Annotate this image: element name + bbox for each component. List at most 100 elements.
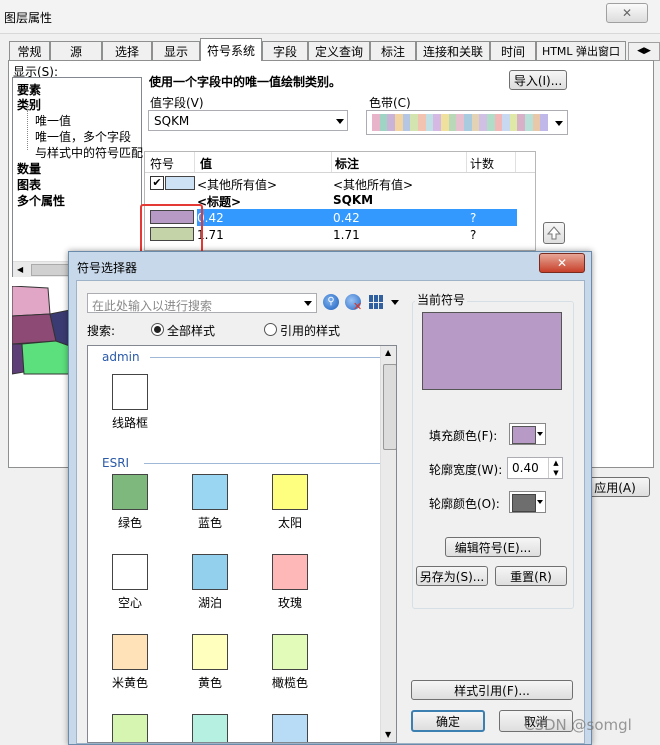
tab-scroll-arrows[interactable]: ◀▶ [628, 42, 660, 61]
save-as-button[interactable]: 另存为(S)... [416, 566, 488, 586]
tree-dash-1 [27, 106, 29, 150]
style-references-button[interactable]: 样式引用(F)... [411, 680, 573, 700]
tab-fields[interactable]: 字段 [262, 41, 308, 60]
outline-width-value: 0.40 [512, 461, 539, 475]
ramp-swatch [417, 114, 426, 131]
layer-preview [12, 286, 70, 376]
fill-color-label: 填充颜色(F): [429, 429, 498, 443]
symbol-label: 米黄色 [111, 676, 148, 690]
symbol-swatch[interactable] [272, 474, 308, 510]
tree-item-categories[interactable]: 类别 [17, 96, 41, 113]
col-label[interactable]: 标注 [335, 155, 359, 172]
window-titlebar: 图层属性 ✕ [0, 0, 660, 34]
chevron-down-icon [304, 301, 312, 306]
search-icon[interactable]: ⚲ [323, 294, 339, 310]
tab-general[interactable]: 常规 [9, 41, 50, 60]
row-count: ? [470, 211, 477, 225]
view-icon[interactable] [369, 295, 385, 309]
radio-all-styles[interactable] [151, 323, 164, 336]
symbol-label: 空心 [117, 596, 142, 610]
chevron-down-icon [336, 119, 344, 124]
tab-symbology[interactable]: 符号系统 [200, 38, 262, 61]
col-count[interactable]: 计数 [470, 155, 494, 172]
window-title: 图层属性 [4, 11, 53, 25]
ramp-swatch [509, 114, 518, 131]
search-input[interactable]: 在此处输入以进行搜索 [87, 293, 317, 313]
symbol-swatch[interactable] [272, 634, 308, 670]
import-button[interactable]: 导入(I)... [509, 70, 567, 90]
group-admin: admin [102, 350, 140, 364]
tree-item-unique-values-many[interactable]: 唯一值，多个字段 [35, 128, 131, 145]
row-label: 1.71 [333, 228, 360, 242]
color-ramp-select[interactable] [366, 110, 568, 135]
symbol-swatch[interactable] [192, 634, 228, 670]
symbol-swatch[interactable] [272, 554, 308, 590]
tree-item-charts[interactable]: 图表 [17, 176, 41, 193]
ramp-swatch [379, 114, 388, 131]
current-symbol-label: 当前符号 [415, 291, 468, 308]
fill-color-picker[interactable] [509, 423, 546, 445]
tab-display[interactable]: 显示 [152, 41, 200, 60]
ramp-swatch [440, 114, 449, 131]
gallery-vscrollbar[interactable]: ▲ ▼ [380, 346, 396, 742]
search-label: 搜索: [87, 324, 116, 338]
ramp-swatch [471, 114, 480, 131]
col-value[interactable]: 值 [200, 155, 212, 172]
outline-width-spinner[interactable]: 0.40 ▲ ▼ [507, 457, 563, 479]
tab-joins-relates[interactable]: 连接和关联 [416, 41, 490, 60]
ramp-swatch [433, 114, 441, 131]
tab-labels[interactable]: 标注 [370, 41, 416, 60]
ramp-swatch [540, 114, 549, 131]
tree-item-match-style[interactable]: 与样式中的符号匹配 [35, 144, 143, 161]
outline-width-label: 轮廓宽度(W): [429, 463, 503, 477]
symbol-swatch[interactable] [112, 714, 148, 742]
watermark: CSDN @somgl [524, 716, 632, 734]
view-dropdown-icon[interactable] [391, 300, 399, 305]
col-symbol[interactable]: 符号 [150, 155, 174, 172]
symbol-swatch[interactable] [192, 554, 228, 590]
ok-button[interactable]: 确定 [411, 710, 485, 732]
ramp-swatch [502, 114, 510, 131]
ramp-swatch [410, 114, 418, 131]
tab-time[interactable]: 时间 [490, 41, 536, 60]
tab-source[interactable]: 源 [50, 41, 102, 60]
check-icon[interactable]: ✔ [150, 176, 164, 190]
search-placeholder: 在此处输入以进行搜索 [92, 299, 213, 313]
radio-ref-label[interactable]: 引用的样式 [280, 322, 340, 339]
tree-item-unique-values[interactable]: 唯一值 [35, 112, 71, 129]
move-up-button[interactable] [543, 222, 565, 244]
symbol-swatch[interactable] [112, 474, 148, 510]
ramp-swatch [448, 114, 457, 131]
radio-all-label[interactable]: 全部样式 [167, 322, 215, 339]
outline-color-picker[interactable] [509, 491, 546, 513]
symbol-label: 蓝色 [197, 516, 222, 530]
outline-color-label: 轮廓颜色(O): [429, 497, 500, 511]
symbol-swatch[interactable] [112, 554, 148, 590]
value-field-select[interactable]: SQKM [148, 110, 348, 131]
symbol-label: 黄色 [197, 676, 222, 690]
tab-definition-query[interactable]: 定义查询 [308, 41, 370, 60]
symbol-swatch[interactable] [272, 714, 308, 742]
symbol-swatch[interactable] [192, 474, 228, 510]
color-ramp-label: 色带(C) [369, 96, 411, 110]
radio-referenced-styles[interactable] [264, 323, 277, 336]
ramp-swatch [372, 114, 380, 131]
edit-symbol-button[interactable]: 编辑符号(E)... [445, 537, 541, 557]
row-symbol[interactable] [165, 176, 195, 190]
symbol-swatch[interactable] [192, 714, 228, 742]
symbol-swatch[interactable] [112, 374, 148, 410]
table-row[interactable]: ✔ <其他所有值> <其他所有值> [145, 174, 517, 192]
row-label: 0.42 [333, 211, 360, 225]
reset-button[interactable]: 重置(R) [495, 566, 567, 586]
chevron-down-icon [537, 432, 543, 436]
tree-item-quantities[interactable]: 数量 [17, 160, 41, 177]
tree-item-multiple-attributes[interactable]: 多个属性 [17, 192, 65, 209]
tab-selection[interactable]: 选择 [102, 41, 152, 60]
close-icon[interactable]: ✕ [606, 3, 648, 23]
row-label: SQKM [333, 193, 374, 207]
symbol-swatch[interactable] [112, 634, 148, 670]
tab-html-popup[interactable]: HTML 弹出窗口 [536, 41, 626, 60]
ramp-swatch [486, 114, 495, 131]
dialog-close-button[interactable]: ✕ [539, 253, 585, 273]
search-options-icon[interactable]: ✕ [345, 294, 362, 313]
